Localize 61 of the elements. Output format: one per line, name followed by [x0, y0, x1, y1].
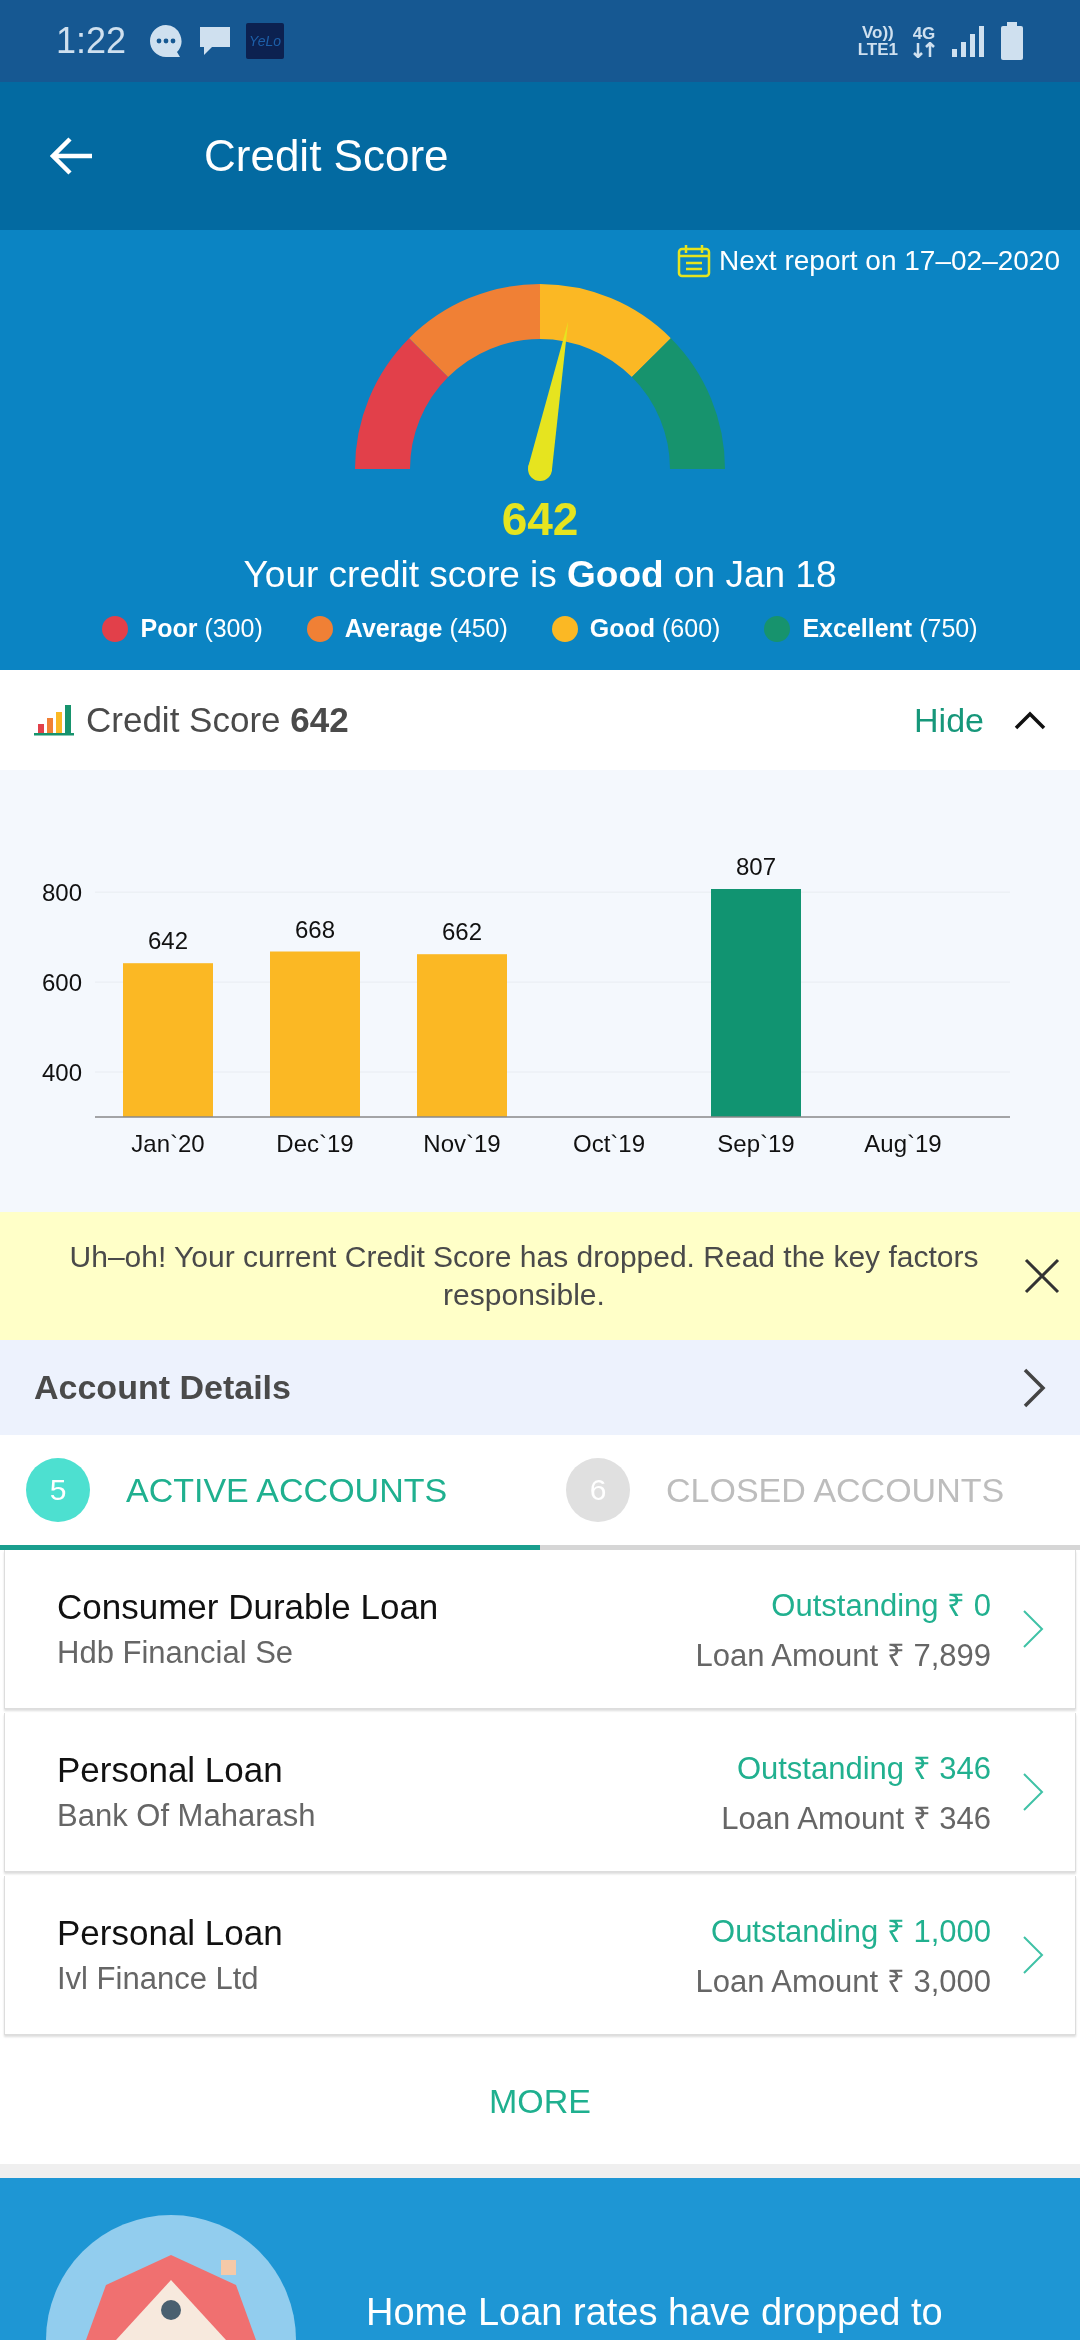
legend-label: Good (600) [589, 614, 721, 643]
loan-type: Personal Loan [57, 1750, 284, 1790]
axis-tick-label: 600 [42, 969, 82, 997]
loan-type: Personal Loan [57, 1913, 284, 1953]
axis-category-label: Aug`19 [864, 1130, 942, 1157]
axis-category-label: Jan`20 [131, 1130, 205, 1157]
axis-category-label: Dec`19 [276, 1130, 354, 1157]
chevron-right-icon [1022, 1366, 1046, 1409]
axis-category-label: Oct`19 [573, 1130, 645, 1157]
data-indicator: 4G [912, 24, 936, 58]
chevron-right-icon [1021, 1771, 1045, 1813]
bar-value-label: 662 [442, 918, 482, 946]
loan-amount: Loan Amount ₹ 7,899 [695, 1637, 991, 1675]
axis-tick-label: 800 [42, 879, 82, 907]
chevron-right-icon [1021, 1608, 1045, 1650]
chevron-right-icon [1021, 1934, 1045, 1976]
loan-amount: Loan Amount ₹ 346 [721, 1800, 991, 1838]
bar-chart-icon [34, 704, 74, 736]
signal-icon [950, 23, 986, 59]
close-button[interactable] [1024, 1258, 1060, 1294]
calendar-icon [677, 244, 712, 278]
account-card[interactable]: Personal Loan Ivl Finance Ltd Outstanding ₹ 1,000 Loan Amount ₹ 3,000 [4, 1876, 1076, 2035]
lender-name: Bank Of Maharash [57, 1798, 317, 1834]
message-icon [198, 24, 233, 58]
lender-name: Hdb Financial Se [57, 1635, 295, 1671]
next-report-date: Next report on 17–02–2020 [719, 245, 1060, 277]
legend-label: Poor (300) [140, 614, 263, 643]
outstanding-amount: Outstanding ₹ 0 [771, 1587, 991, 1625]
battery-icon [1000, 22, 1024, 60]
status-time: 1:22 [56, 20, 127, 62]
section-title: Credit Score 642 [86, 700, 350, 740]
count-badge: 5 [26, 1458, 90, 1522]
outstanding-amount: Outstanding ₹ 1,000 [711, 1913, 991, 1951]
axis-category-label: Nov`19 [423, 1130, 501, 1157]
axis-tick-label: 400 [42, 1059, 82, 1087]
bar-value-label: 642 [148, 927, 188, 955]
back-arrow-icon [50, 136, 94, 176]
bar-value-label: 668 [295, 915, 335, 943]
chevron-up-icon [1014, 710, 1046, 730]
loan-type: Consumer Durable Loan [57, 1587, 440, 1627]
page-title: Credit Score [204, 131, 449, 181]
loan-amount: Loan Amount ₹ 3,000 [695, 1963, 991, 2001]
bar-value-label: 807 [736, 853, 776, 880]
volte-indicator: Vo)) LTE1 [857, 24, 898, 58]
account-card[interactable]: Consumer Durable Loan Hdb Financial Se Outstanding ₹ 0 Loan Amount ₹ 7,899 [4, 1550, 1076, 1709]
account-details-row[interactable]: Account Details [0, 1340, 1080, 1435]
alert-message: Uh–oh! Your current Credit Score has dropped. Read the key factors responsible. [68, 1239, 980, 1313]
back-button[interactable] [50, 136, 94, 176]
app-notification-icon: YeLo [246, 23, 284, 59]
legend-label: Average (450) [344, 614, 508, 643]
account-card[interactable]: Personal Loan Bank Of Maharash Outstanding ₹ 346 Loan Amount ₹ 346 [4, 1713, 1076, 1872]
outstanding-amount: Outstanding ₹ 346 [736, 1750, 991, 1788]
lender-name: Ivl Finance Ltd [57, 1961, 260, 1997]
promo-text: Home Loan rates have dropped to [366, 2291, 943, 2334]
close-icon [1024, 1258, 1060, 1294]
score-summary: Your credit score is Good on Jan 18 [243, 554, 837, 596]
promo-banner[interactable]: Home Loan rates have dropped to [0, 2178, 1080, 2340]
hide-toggle[interactable]: Hide [914, 700, 1046, 740]
legend-label: Excellent (750) [802, 614, 978, 643]
credit-score-value: 642 [501, 492, 579, 546]
axis-category-label: Sep`19 [717, 1130, 795, 1157]
